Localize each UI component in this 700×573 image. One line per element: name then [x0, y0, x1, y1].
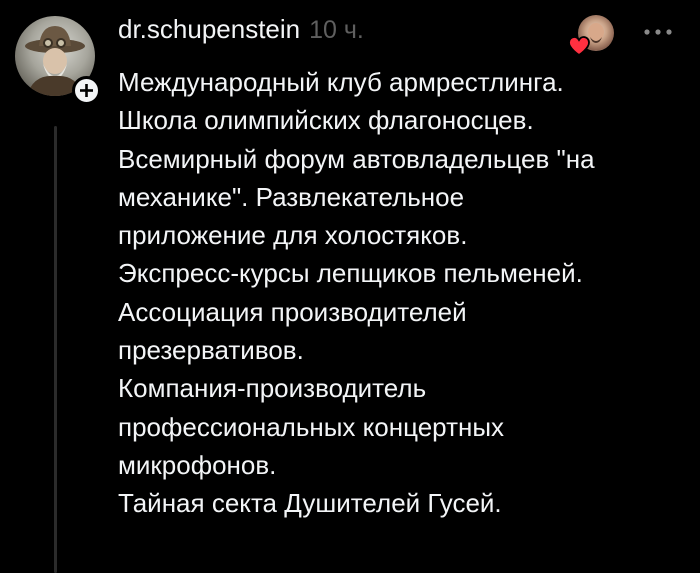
- post-text-line: Тайная секта Душителей Гусей.: [118, 488, 502, 519]
- post-text-line: Школа олимпийских флагоносцев.: [118, 105, 534, 136]
- post-text-line: Компания-производитель: [118, 373, 427, 404]
- plus-icon: [80, 84, 93, 97]
- thread-line: [54, 126, 57, 573]
- post-text-line: Ассоциация производителей: [118, 296, 467, 327]
- post-header: dr.schupenstein 10 ч.: [118, 14, 364, 54]
- post-text-line: Экспресс-курсы лепщиков пельменей.: [118, 258, 583, 289]
- post-text-line: профессиональных концертных: [118, 411, 505, 442]
- heart-icon: [568, 36, 590, 56]
- post-text-line: Всемирный форум автовладельцев "на: [118, 143, 595, 174]
- post-timestamp: 10 ч.: [309, 16, 364, 44]
- post-text-line: Международный клуб армрестлинга.: [118, 67, 564, 97]
- follow-button[interactable]: [72, 76, 101, 105]
- more-options-button[interactable]: [640, 20, 676, 44]
- more-options-icon: [644, 29, 672, 35]
- thread-post: dr.schupenstein 10 ч. Международный клуб…: [0, 0, 700, 573]
- post-text-line: микрофонов.: [118, 449, 277, 480]
- author-username[interactable]: dr.schupenstein: [118, 14, 300, 45]
- post-text: Международный клуб армрестлинга. Школа о…: [118, 63, 678, 523]
- post-text-line: презервативов.: [118, 335, 304, 366]
- post-text-line: приложение для холостяков.: [118, 220, 468, 251]
- post-text-line: механике". Развлекательное: [118, 181, 465, 212]
